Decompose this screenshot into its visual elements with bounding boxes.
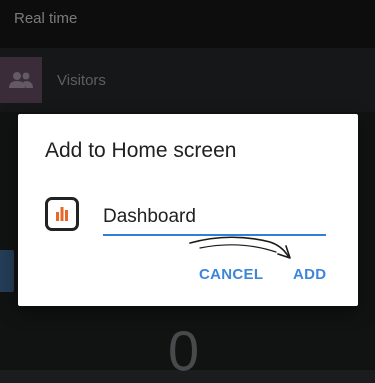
- dialog-title: Add to Home screen: [45, 139, 237, 162]
- add-to-home-dialog: Add to Home screen CANCEL ADD: [18, 114, 358, 306]
- arrow-annotation-icon: [189, 236, 291, 259]
- bar-chart-app-icon: [45, 197, 79, 231]
- shortcut-name-input[interactable]: [103, 200, 326, 236]
